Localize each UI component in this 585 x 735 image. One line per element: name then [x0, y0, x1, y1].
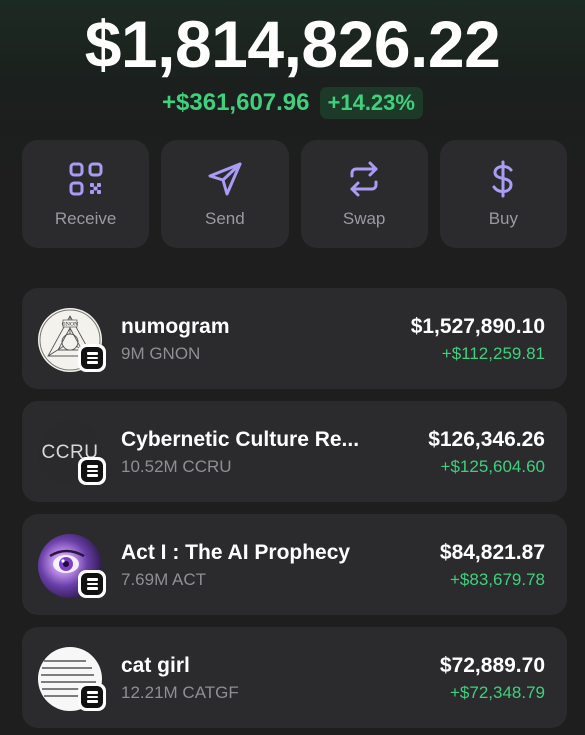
quick-actions: Receive Send Swap Buy	[22, 140, 567, 248]
token-value: $84,821.87	[439, 541, 545, 564]
solana-chain-badge	[78, 570, 106, 598]
token-change: +$83,679.78	[449, 570, 545, 589]
buy-button[interactable]: Buy	[439, 140, 567, 248]
solana-icon	[81, 573, 103, 595]
swap-arrows-icon	[350, 161, 378, 197]
token-name: Act I : The AI Prophecy	[121, 541, 351, 564]
portfolio-change-percent-badge: +14.23%	[319, 87, 423, 119]
solana-chain-badge	[78, 683, 106, 711]
solana-chain-badge	[78, 344, 106, 372]
token-list: GNON numogram 9M GNON $1,527,890.10 +$11…	[22, 288, 567, 735]
dollar-icon	[492, 160, 513, 198]
svg-text:GNON: GNON	[62, 322, 79, 328]
solana-chain-badge	[78, 457, 106, 485]
token-change: +$125,604.60	[440, 457, 545, 476]
token-name: Cybernetic Culture Re...	[121, 428, 360, 451]
solana-icon	[81, 686, 103, 708]
token-value: $72,889.70	[439, 654, 545, 677]
token-amount: 12.21M CATGF	[121, 683, 239, 702]
send-label: Send	[205, 209, 245, 228]
token-amount: 10.52M CCRU	[121, 457, 232, 476]
portfolio-change-amount: +$361,607.96	[162, 89, 310, 116]
buy-label: Buy	[488, 209, 519, 228]
send-button[interactable]: Send	[161, 140, 289, 248]
send-arrow-icon	[208, 162, 242, 196]
swap-button[interactable]: Swap	[300, 140, 428, 248]
token-name: numogram	[121, 315, 230, 338]
receive-label: Receive	[54, 209, 117, 228]
token-value: $1,527,890.10	[410, 315, 545, 338]
token-change: +$112,259.81	[441, 344, 545, 363]
portfolio-balance: $1,814,826.22	[84, 7, 501, 81]
token-amount: 9M GNON	[121, 344, 201, 363]
swap-label: Swap	[342, 209, 386, 228]
token-row-act[interactable]: Act I : The AI Prophecy 7.69M ACT $84,82…	[22, 514, 567, 615]
receive-button[interactable]: Receive	[22, 140, 150, 248]
token-name: cat girl	[121, 654, 190, 677]
solana-icon	[81, 460, 103, 482]
qr-code-icon	[69, 162, 103, 196]
token-change: +$72,348.79	[449, 683, 545, 702]
token-row-ccru[interactable]: CCRU Cybernetic Culture Re... 10.52M CCR…	[22, 401, 567, 502]
token-value: $126,346.26	[428, 428, 545, 451]
portfolio-change-row: +$361,607.96 +14.23%	[0, 87, 585, 119]
token-row-numogram[interactable]: GNON numogram 9M GNON $1,527,890.10 +$11…	[22, 288, 567, 389]
token-row-catgirl[interactable]: cat girl 12.21M CATGF $72,889.70 +$72,34…	[22, 627, 567, 728]
solana-icon	[81, 347, 103, 369]
token-amount: 7.69M ACT	[121, 570, 207, 589]
